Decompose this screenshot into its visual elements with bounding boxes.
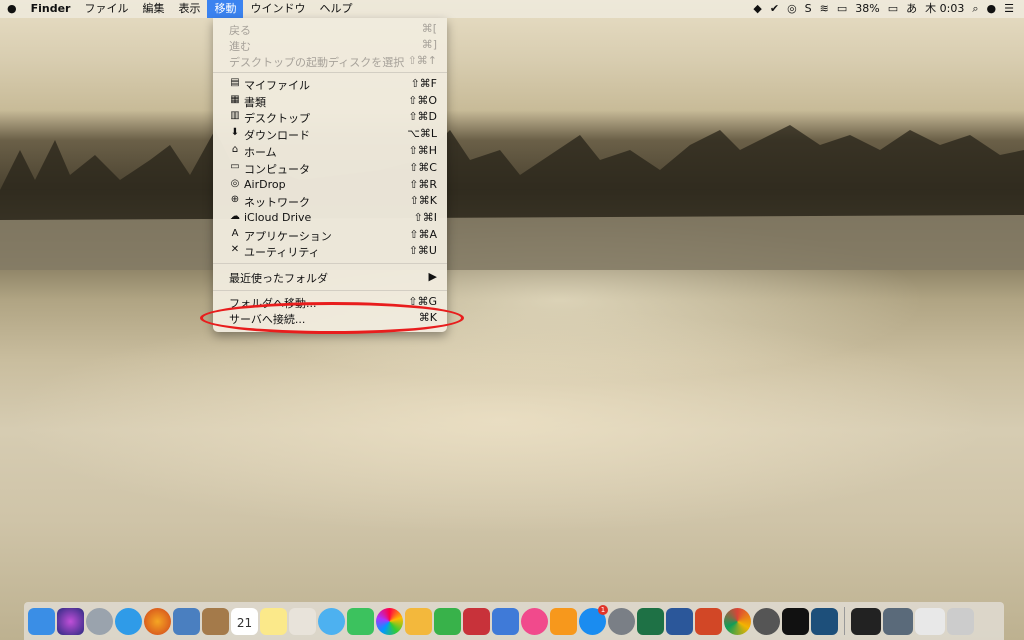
network-icon: ⊕ bbox=[230, 194, 240, 205]
menu-window[interactable]: ウインドウ bbox=[243, 0, 312, 18]
menu-edit[interactable]: 編集 bbox=[135, 0, 171, 18]
dock: 21 1 bbox=[24, 602, 1004, 640]
safari-icon[interactable] bbox=[115, 607, 142, 635]
launchpad-icon[interactable] bbox=[86, 607, 113, 635]
dock-separator bbox=[844, 607, 845, 635]
pages-icon[interactable] bbox=[405, 607, 432, 635]
app-menu-finder[interactable]: Finder bbox=[24, 0, 78, 18]
menu-separator bbox=[213, 72, 447, 73]
battery-icon[interactable]: ▭ bbox=[888, 0, 898, 18]
messages-icon[interactable] bbox=[318, 607, 345, 635]
ibooks-icon[interactable] bbox=[550, 607, 577, 635]
word-icon[interactable] bbox=[666, 607, 693, 635]
app-store-badge: 1 bbox=[598, 604, 608, 615]
firefox-icon[interactable] bbox=[144, 607, 171, 635]
trash-icon[interactable] bbox=[947, 607, 974, 635]
clock[interactable]: 木 0:03 bbox=[925, 0, 964, 18]
input-method[interactable]: あ bbox=[906, 0, 917, 18]
menu-item-icloud-drive[interactable]: ☁ iCloud Drive ⇧⌘I bbox=[213, 210, 447, 226]
documents-icon: ▦ bbox=[230, 94, 240, 105]
utilities-icon: ✕ bbox=[230, 244, 240, 255]
menu-item-applications[interactable]: A アプリケーション ⇧⌘A bbox=[213, 227, 447, 243]
minimized-window-1[interactable] bbox=[851, 607, 881, 635]
computer-icon: ▭ bbox=[230, 161, 240, 172]
calendar-icon[interactable]: 21 bbox=[231, 607, 258, 635]
cloud-icon: ☁ bbox=[230, 211, 240, 222]
airdrop-icon: ◎ bbox=[230, 178, 240, 189]
go-menu-dropdown: 戻る ⌘[ 進む ⌘] デスクトップの起動ディスクを選択 ⇧⌘↑ ▤ マイファイル ⇧⌘F… bbox=[213, 18, 447, 332]
keynote-icon[interactable] bbox=[492, 607, 519, 635]
minimized-window-3[interactable] bbox=[915, 607, 945, 635]
menu-item-documents[interactable]: ▦ 書類 ⇧⌘O bbox=[213, 93, 447, 109]
airplay-icon[interactable]: ▭ bbox=[837, 0, 847, 18]
siri-icon[interactable] bbox=[57, 607, 84, 635]
status-area: ◆ ✔ ◎ S ≋ ▭ 38% ▭ あ 木 0:03 ⌕ ● ☰ bbox=[753, 0, 1024, 18]
menu-item-startup-disk[interactable]: デスクトップの起動ディスクを選択 ⇧⌘↑ bbox=[213, 53, 447, 69]
menu-item-computer[interactable]: ▭ コンピュータ ⇧⌘C bbox=[213, 160, 447, 176]
menu-bar: ● Finder ファイル 編集 表示 移動 ウインドウ ヘルプ ◆ ✔ ◎ S… bbox=[0, 0, 1024, 18]
notification-center-icon[interactable]: ☰ bbox=[1004, 0, 1014, 18]
download-icon: ⬇ bbox=[230, 127, 240, 138]
menu-item-downloads[interactable]: ⬇ ダウンロード ⌥⌘L bbox=[213, 126, 447, 142]
menu-item-recent-folders[interactable]: 最近使ったフォルダ ▶ bbox=[213, 269, 447, 285]
sync-icon[interactable]: ◎ bbox=[787, 0, 797, 18]
s-app-icon[interactable]: S bbox=[805, 0, 812, 18]
menu-separator bbox=[213, 290, 447, 291]
spotlight-icon[interactable]: ⌕ bbox=[972, 0, 978, 18]
powerpoint-icon[interactable] bbox=[695, 607, 722, 635]
checkmark-icon[interactable]: ✔ bbox=[770, 0, 779, 18]
itunes-icon[interactable] bbox=[521, 607, 548, 635]
applications-icon: A bbox=[231, 228, 239, 239]
chrome-icon[interactable] bbox=[724, 607, 751, 635]
apple-menu-icon[interactable]: ● bbox=[0, 0, 24, 18]
contacts-icon[interactable] bbox=[202, 607, 229, 635]
system-preferences-icon[interactable] bbox=[608, 607, 635, 635]
wifi-icon[interactable]: ≋ bbox=[820, 0, 829, 18]
photo-booth-icon[interactable] bbox=[463, 607, 490, 635]
numbers-icon[interactable] bbox=[434, 607, 461, 635]
menu-help[interactable]: ヘルプ bbox=[312, 0, 359, 18]
menu-go[interactable]: 移動 bbox=[207, 0, 244, 18]
menu-item-airdrop[interactable]: ◎ AirDrop ⇧⌘R bbox=[213, 177, 447, 193]
notes-icon[interactable] bbox=[260, 607, 287, 635]
photos-icon[interactable] bbox=[376, 607, 403, 635]
menu-item-back[interactable]: 戻る ⌘[ bbox=[213, 21, 447, 37]
home-icon: ⌂ bbox=[231, 144, 239, 155]
annotation-circle bbox=[200, 302, 464, 334]
menu-item-utilities[interactable]: ✕ ユーティリティ ⇧⌘U bbox=[213, 243, 447, 259]
dropbox-icon[interactable]: ◆ bbox=[753, 0, 761, 18]
menu-separator bbox=[213, 263, 447, 264]
reminders-icon[interactable] bbox=[289, 607, 316, 635]
mail-icon[interactable] bbox=[173, 607, 200, 635]
siri-icon[interactable]: ● bbox=[987, 0, 997, 18]
finder-icon[interactable] bbox=[28, 607, 55, 635]
desktop-icon: ▥ bbox=[230, 110, 240, 121]
my-files-icon: ▤ bbox=[230, 77, 240, 88]
battery-percent[interactable]: 38% bbox=[855, 0, 879, 18]
menu-item-forward[interactable]: 進む ⌘] bbox=[213, 37, 447, 53]
app-store-icon[interactable]: 1 bbox=[579, 604, 608, 635]
facetime-icon[interactable] bbox=[347, 607, 374, 635]
preview-icon[interactable] bbox=[811, 607, 838, 635]
menu-item-home[interactable]: ⌂ ホーム ⇧⌘H bbox=[213, 143, 447, 159]
menu-item-desktop[interactable]: ▥ デスクトップ ⇧⌘D bbox=[213, 109, 447, 125]
menu-file[interactable]: ファイル bbox=[77, 0, 135, 18]
menu-item-network[interactable]: ⊕ ネットワーク ⇧⌘K bbox=[213, 193, 447, 209]
desktop-wallpaper bbox=[0, 0, 1024, 640]
menu-item-my-files[interactable]: ▤ マイファイル ⇧⌘F bbox=[213, 76, 447, 92]
menu-view[interactable]: 表示 bbox=[171, 0, 207, 18]
excel-icon[interactable] bbox=[637, 607, 664, 635]
submenu-arrow-icon: ▶ bbox=[428, 270, 437, 283]
scansnap-icon[interactable] bbox=[753, 607, 780, 635]
terminal-icon[interactable] bbox=[782, 607, 809, 635]
forest-silhouette bbox=[0, 125, 1024, 270]
minimized-window-2[interactable] bbox=[883, 607, 913, 635]
